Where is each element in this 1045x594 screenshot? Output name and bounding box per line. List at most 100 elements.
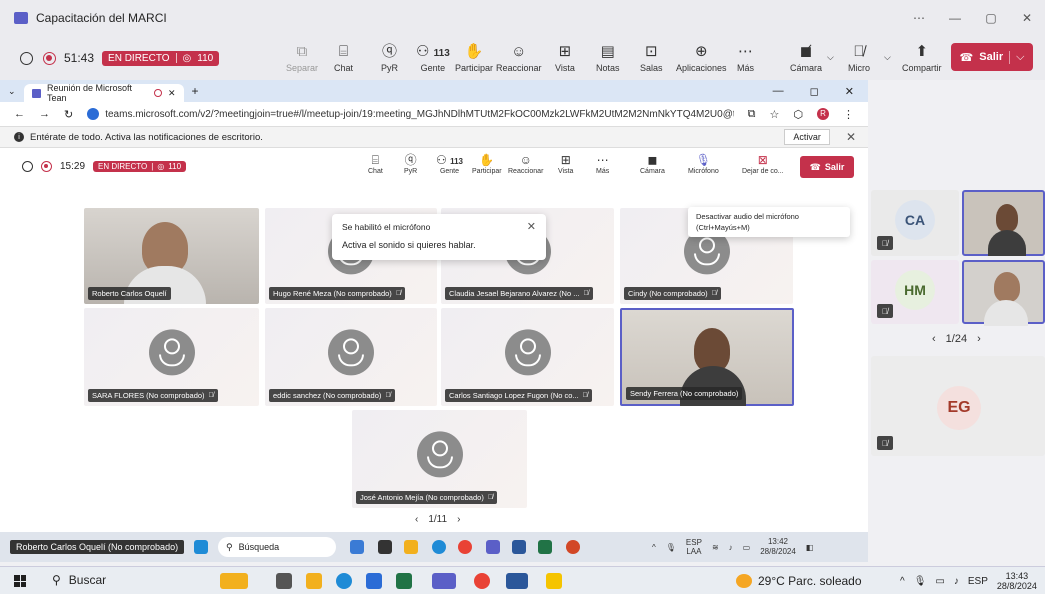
windows-start-button[interactable] [14,575,26,587]
back-arrow-icon[interactable]: ← [14,108,25,120]
apps-button[interactable]: ⊕ Aplicaciones [676,36,727,80]
side-participant-tile[interactable]: EG 🎙̸ [871,356,1045,456]
web-meeting-timer: 15:29 [60,161,86,172]
close-tab-icon[interactable]: ✕ [168,88,176,99]
web-view-button[interactable]: ⊞ Vista [558,152,573,175]
app-thumbnail-icon[interactable] [220,573,248,589]
dismiss-notification-icon[interactable]: ✕ [846,130,856,144]
network-icon[interactable]: ▭ [935,576,944,587]
edge-icon[interactable] [336,573,352,589]
mic-button[interactable]: 🎙̸ Micro [848,36,870,80]
close-toast-icon[interactable]: ✕ [527,220,536,233]
bookmark-star-icon[interactable]: ☆ [770,108,780,121]
prev-page-icon[interactable]: ‹ [415,514,418,525]
web-qa-button[interactable]: ⓠ PyR [404,152,417,175]
url-field[interactable]: teams.microsoft.com/v2/?meetingjoin=true… [87,108,734,120]
camera-button[interactable]: ◼̸ Cámara [790,36,822,80]
taskbar-clock[interactable]: 13:43 28/8/2024 [997,571,1037,591]
web-mic-button[interactable]: 🎙 Micrófono [688,152,719,175]
close-window-button[interactable]: ✕ [1009,0,1045,36]
react-button[interactable]: ☺ Reaccionar [496,36,542,80]
cast-icon[interactable]: ⧉ [748,108,756,121]
activate-notifications-button[interactable]: Activar [784,129,830,145]
address-bar: ← → ↻ teams.microsoft.com/v2/?meetingjoi… [0,102,868,126]
mail-icon[interactable] [366,573,382,589]
web-raise-hand-button[interactable]: ✋ Participar [472,152,502,175]
lock-app-icon[interactable] [546,573,562,589]
more-icon: ⋯ [738,42,753,60]
reload-icon[interactable]: ↻ [64,108,73,121]
qa-button[interactable]: ⓠ PyR [381,36,398,80]
more-button[interactable]: ⋯ Más [737,36,754,80]
prev-page-icon[interactable]: ‹ [932,333,936,345]
task-view-icon[interactable] [276,573,292,589]
window-controls: ⋯ — ▢ ✕ [901,0,1045,36]
minimize-button[interactable]: — [937,0,973,36]
more-options-button[interactable]: ⋯ [901,0,937,36]
participant-tile-video-active[interactable]: Sendy Ferrera (No comprobado) [620,308,794,406]
notes-button[interactable]: ▤ Notas [596,36,620,80]
web-more-button[interactable]: ⋯ Más [596,152,609,175]
next-page-icon[interactable]: › [457,514,460,525]
browser-tab[interactable]: Reunión de Microsoft Tean ✕ [23,83,184,103]
taskbar-search[interactable]: ⚲ Buscar [52,573,106,587]
web-live-badge: EN DIRECTO | ◎ 110 [93,161,187,172]
new-tab-button[interactable]: + [192,84,199,98]
extensions-icon[interactable]: ⬡ [793,108,803,121]
volume-icon[interactable]: ♪ [954,576,959,587]
leave-button[interactable]: ☎ Salir ⌵ [951,43,1033,71]
side-participant-tile[interactable]: CA 🎙̸ [871,190,959,256]
view-button[interactable]: ⊞ Vista [555,36,575,80]
chat-button[interactable]: ⌸ Chat [334,36,353,80]
weather-widget[interactable]: 29°C Parc. soleado [736,574,862,588]
tray-chevron-icon[interactable]: ^ [900,576,905,587]
apps-icon: ⊕ [694,42,708,60]
profile-avatar[interactable]: R [817,107,829,120]
raise-hand-button[interactable]: ✋ Participar [455,36,493,80]
mic-tray-icon: 🎙 [665,542,676,552]
web-leave-button[interactable]: ☎ Salir [800,156,854,178]
word-icon[interactable] [506,573,528,589]
next-page-icon[interactable]: › [977,333,981,345]
people-button[interactable]: ⚇ 113 Gente [416,36,450,80]
share-button[interactable]: ⬆ Compartir [902,36,942,80]
web-chat-button[interactable]: ⌸ Chat [368,152,383,175]
windows-start-icon [194,540,208,554]
camera-options-chevron-icon[interactable]: ⌵ [827,52,834,63]
participant-tile-video[interactable]: Roberto Carlos Oquelí [84,208,259,304]
popout-button[interactable]: ⧉ Separar [286,36,318,80]
web-people-button[interactable]: ⚇ 113 Gente [436,152,463,175]
maximize-button[interactable]: ▢ [973,0,1009,36]
browser-menu-icon[interactable]: ⋮ [843,108,854,121]
excel-icon[interactable] [396,573,412,589]
side-participant-tile-video[interactable] [962,190,1045,256]
mic-options-chevron-icon[interactable]: ⌵ [884,52,891,63]
participant-tile[interactable]: José Antonio Mejía (No comprobado) 🎙̸ [352,410,527,508]
leave-options-chevron-icon[interactable]: ⌵ [1009,50,1024,64]
file-explorer-icon[interactable] [306,573,322,589]
participant-tile[interactable]: SARA FLORES (No comprobado) 🎙̸ [84,308,259,406]
web-react-button[interactable]: ☺ Reaccionar [508,152,543,175]
side-participant-tile-video[interactable] [962,260,1045,326]
participant-tile[interactable]: Carlos Santiago Lopez Fugon (No co... 🎙̸ [441,308,614,406]
participant-tile[interactable]: eddic sanchez (No comprobado) 🎙̸ [265,308,437,406]
window-title-bar: Capacitación del MARCI ⋯ — ▢ ✕ [0,0,1045,36]
rooms-button[interactable]: ⊡ Salas [640,36,663,80]
shared-search-box: ⚲ Búsqueda [218,537,336,557]
browser-restore-button[interactable]: ◻ [810,85,819,98]
qa-icon: ⓠ [404,153,417,167]
teams-icon[interactable] [432,573,456,589]
tab-list-chevron-icon[interactable]: ⌄ [8,86,16,97]
initials-avatar: CA [895,200,935,240]
browser-minimize-button[interactable]: — [773,85,784,98]
site-info-icon[interactable] [87,108,100,120]
language-indicator[interactable]: ESP [968,576,988,587]
web-camera-button[interactable]: ◼ Cámara [640,152,665,175]
outlook-icon [512,540,526,554]
side-participant-tile[interactable]: HM 🎙̸ [871,260,959,324]
chrome-icon[interactable] [474,573,490,589]
web-stop-share-button[interactable]: ⊠ Dejar de co... [742,152,784,175]
forward-arrow-icon[interactable]: → [39,108,50,120]
browser-close-button[interactable]: ✕ [845,85,854,98]
mic-tray-icon[interactable]: 🎙 [914,576,927,587]
